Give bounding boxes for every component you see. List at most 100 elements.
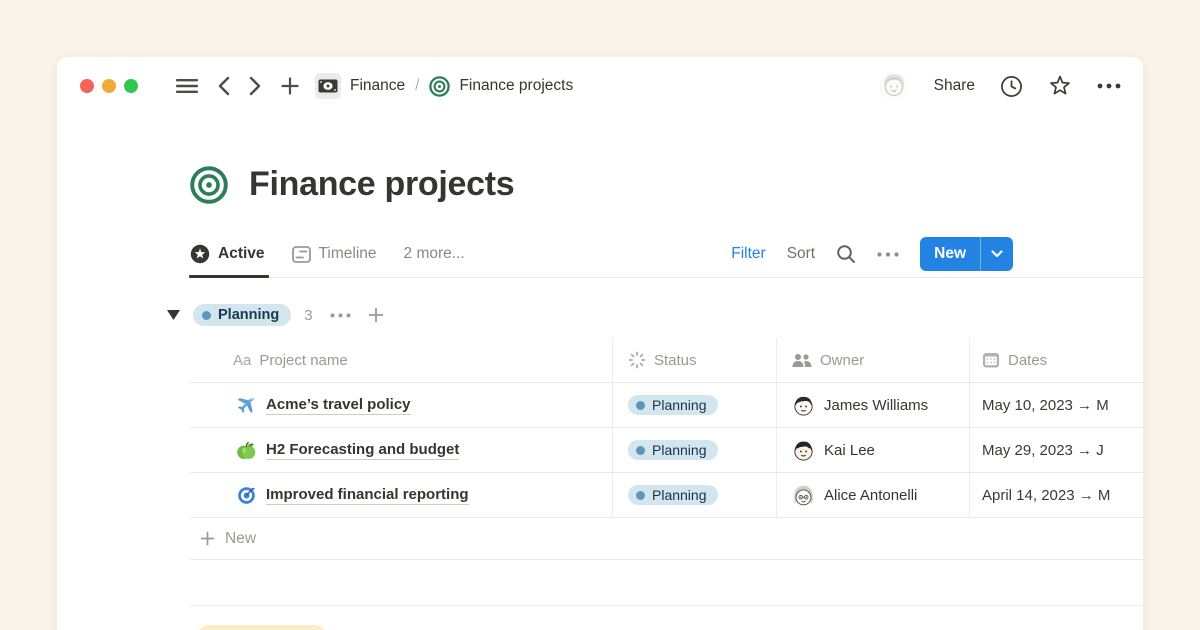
column-header-status[interactable]: Status xyxy=(613,338,777,382)
project-name-link[interactable]: Improved financial reporting xyxy=(266,486,469,505)
status-pill[interactable]: Planning xyxy=(628,440,718,460)
dates-cell[interactable]: May 29, 2023 → J xyxy=(970,428,1143,472)
traffic-lights xyxy=(80,79,138,93)
status-cell[interactable]: Planning xyxy=(613,383,777,427)
user-avatar[interactable] xyxy=(879,71,909,101)
money-icon[interactable] xyxy=(315,73,341,99)
topbar: Finance / Finance projects Share xyxy=(57,57,1143,115)
owner-avatar xyxy=(792,394,815,417)
more-options-icon[interactable] xyxy=(1097,83,1121,89)
filter-button[interactable]: Filter xyxy=(731,245,765,263)
group-add-icon[interactable] xyxy=(368,307,384,323)
group-label: Planning xyxy=(218,307,279,323)
projects-table: Aa Project name Status Owner xyxy=(190,338,1143,560)
owner-name: James Williams xyxy=(824,397,928,414)
forward-icon[interactable] xyxy=(249,76,262,96)
owner-name: Alice Antonelli xyxy=(824,487,917,504)
view-options-icon[interactable] xyxy=(877,252,899,257)
dates-cell[interactable]: April 14, 2023 → M xyxy=(970,473,1143,517)
page-bullseye-icon[interactable] xyxy=(190,166,228,204)
text-property-icon: Aa xyxy=(233,352,251,369)
table-header-row: Aa Project name Status Owner xyxy=(190,338,1143,383)
owner-cell[interactable]: Alice Antonelli xyxy=(777,473,970,517)
owner-avatar xyxy=(792,439,815,462)
app-window: Finance / Finance projects Share xyxy=(57,57,1143,630)
project-name-link[interactable]: H2 Forecasting and budget xyxy=(266,441,459,460)
group-status-pill[interactable]: Planning xyxy=(193,304,291,326)
column-header-owner[interactable]: Owner xyxy=(777,338,970,382)
tab-active-label: Active xyxy=(218,245,265,263)
airplane-icon xyxy=(236,395,257,416)
apple-icon xyxy=(236,440,257,461)
project-name-cell[interactable]: H2 Forecasting and budget xyxy=(190,428,613,472)
star-badge-icon xyxy=(190,244,210,264)
status-spinner-icon xyxy=(628,351,646,369)
owner-cell[interactable]: James Williams xyxy=(777,383,970,427)
status-dot-icon xyxy=(636,491,645,500)
tab-timeline-label: Timeline xyxy=(319,245,377,263)
plus-icon xyxy=(200,531,215,546)
column-dates-label: Dates xyxy=(1008,352,1047,369)
section-divider xyxy=(190,605,1143,606)
status-label: Planning xyxy=(652,442,707,458)
status-cell[interactable]: Planning xyxy=(613,473,777,517)
status-dot-icon xyxy=(636,401,645,410)
add-new-row-button[interactable]: New xyxy=(190,518,1143,560)
status-pill[interactable]: Planning xyxy=(628,395,718,415)
column-header-dates[interactable]: Dates xyxy=(970,338,1143,382)
status-label: Planning xyxy=(652,397,707,413)
date-range: May 10, 2023 → M xyxy=(982,397,1109,414)
owner-name: Kai Lee xyxy=(824,442,875,459)
calendar-icon xyxy=(982,351,1000,369)
new-button-label[interactable]: New xyxy=(920,237,980,271)
tabs-more-button[interactable]: 2 more... xyxy=(404,245,465,263)
project-name-link[interactable]: Acme’s travel policy xyxy=(266,396,411,415)
column-status-label: Status xyxy=(654,352,697,369)
tab-timeline[interactable]: Timeline xyxy=(292,231,377,277)
tab-active[interactable]: Active xyxy=(190,231,265,277)
dates-cell[interactable]: May 10, 2023 → M xyxy=(970,383,1143,427)
status-dot-icon xyxy=(636,446,645,455)
column-owner-label: Owner xyxy=(820,352,864,369)
close-window-button[interactable] xyxy=(80,79,94,93)
bullseye-icon xyxy=(429,76,450,97)
new-page-icon[interactable] xyxy=(281,77,299,95)
table-row: H2 Forecasting and budget Planning Kai L… xyxy=(190,428,1143,473)
sidebar-menu-icon[interactable] xyxy=(176,78,198,94)
minimize-window-button[interactable] xyxy=(102,79,116,93)
group-options-icon[interactable] xyxy=(330,313,351,318)
date-range: May 29, 2023 → J xyxy=(982,442,1104,459)
group-header-planning: Planning 3 xyxy=(190,299,1143,331)
project-name-cell[interactable]: Improved financial reporting xyxy=(190,473,613,517)
breadcrumb: Finance / Finance projects xyxy=(315,73,573,99)
project-name-cell[interactable]: Acme’s travel policy xyxy=(190,383,613,427)
status-cell[interactable]: Planning xyxy=(613,428,777,472)
back-icon[interactable] xyxy=(217,76,230,96)
table-row: Improved financial reporting Planning Al… xyxy=(190,473,1143,518)
new-dropdown-chevron-icon[interactable] xyxy=(980,237,1013,271)
status-pill[interactable]: Planning xyxy=(628,485,718,505)
breadcrumb-workspace[interactable]: Finance xyxy=(350,77,405,95)
group-count: 3 xyxy=(304,307,312,324)
timeline-icon xyxy=(292,246,311,263)
owner-avatar xyxy=(792,484,815,507)
breadcrumb-page[interactable]: Finance projects xyxy=(459,77,573,95)
page-title[interactable]: Finance projects xyxy=(249,165,514,204)
sort-button[interactable]: Sort xyxy=(787,245,815,263)
next-group-pill[interactable] xyxy=(196,625,328,630)
share-button[interactable]: Share xyxy=(934,77,975,95)
column-header-name[interactable]: Aa Project name xyxy=(190,338,613,382)
favorite-star-icon[interactable] xyxy=(1048,74,1072,98)
owner-cell[interactable]: Kai Lee xyxy=(777,428,970,472)
table-row: Acme’s travel policy Planning James Will… xyxy=(190,383,1143,428)
search-icon[interactable] xyxy=(836,244,856,264)
history-clock-icon[interactable] xyxy=(1000,75,1023,98)
collapse-triangle-icon[interactable] xyxy=(167,310,180,321)
target-icon xyxy=(236,485,257,506)
zoom-window-button[interactable] xyxy=(124,79,138,93)
breadcrumb-separator: / xyxy=(415,77,419,95)
add-new-row-label: New xyxy=(225,530,256,548)
new-button[interactable]: New xyxy=(920,237,1013,271)
status-label: Planning xyxy=(652,487,707,503)
page-header: Finance projects xyxy=(190,165,1143,204)
